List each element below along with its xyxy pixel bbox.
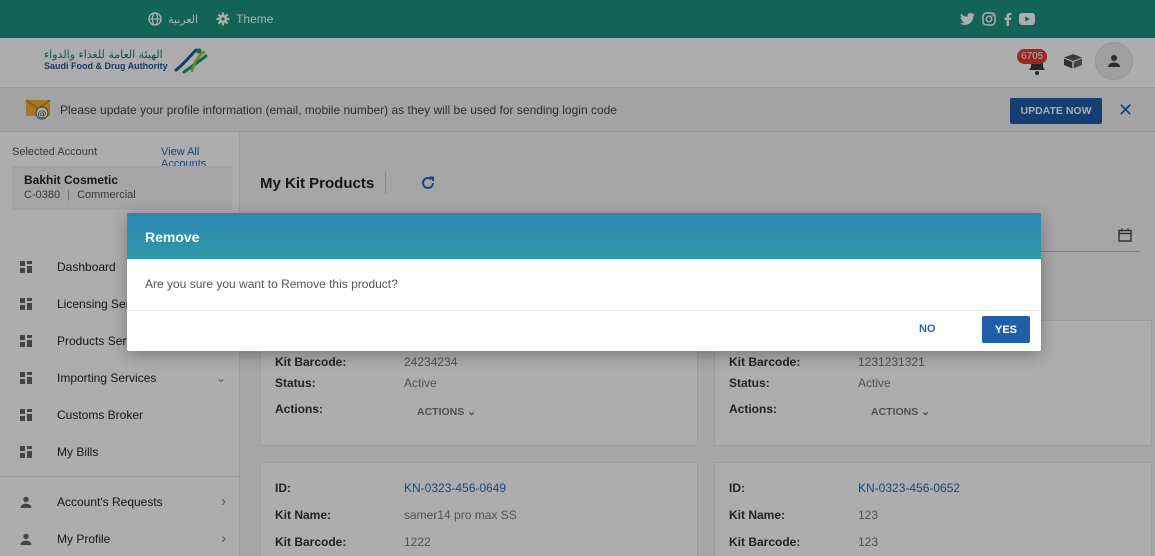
dialog-title: Remove xyxy=(127,213,1041,259)
yes-button[interactable]: YES xyxy=(982,316,1030,343)
remove-confirm-dialog: Remove Are you sure you want to Remove t… xyxy=(127,213,1041,351)
dialog-footer: NO YES xyxy=(127,311,1041,351)
no-button[interactable]: NO xyxy=(919,323,936,335)
dialog-message: Are you sure you want to Remove this pro… xyxy=(127,259,1041,311)
